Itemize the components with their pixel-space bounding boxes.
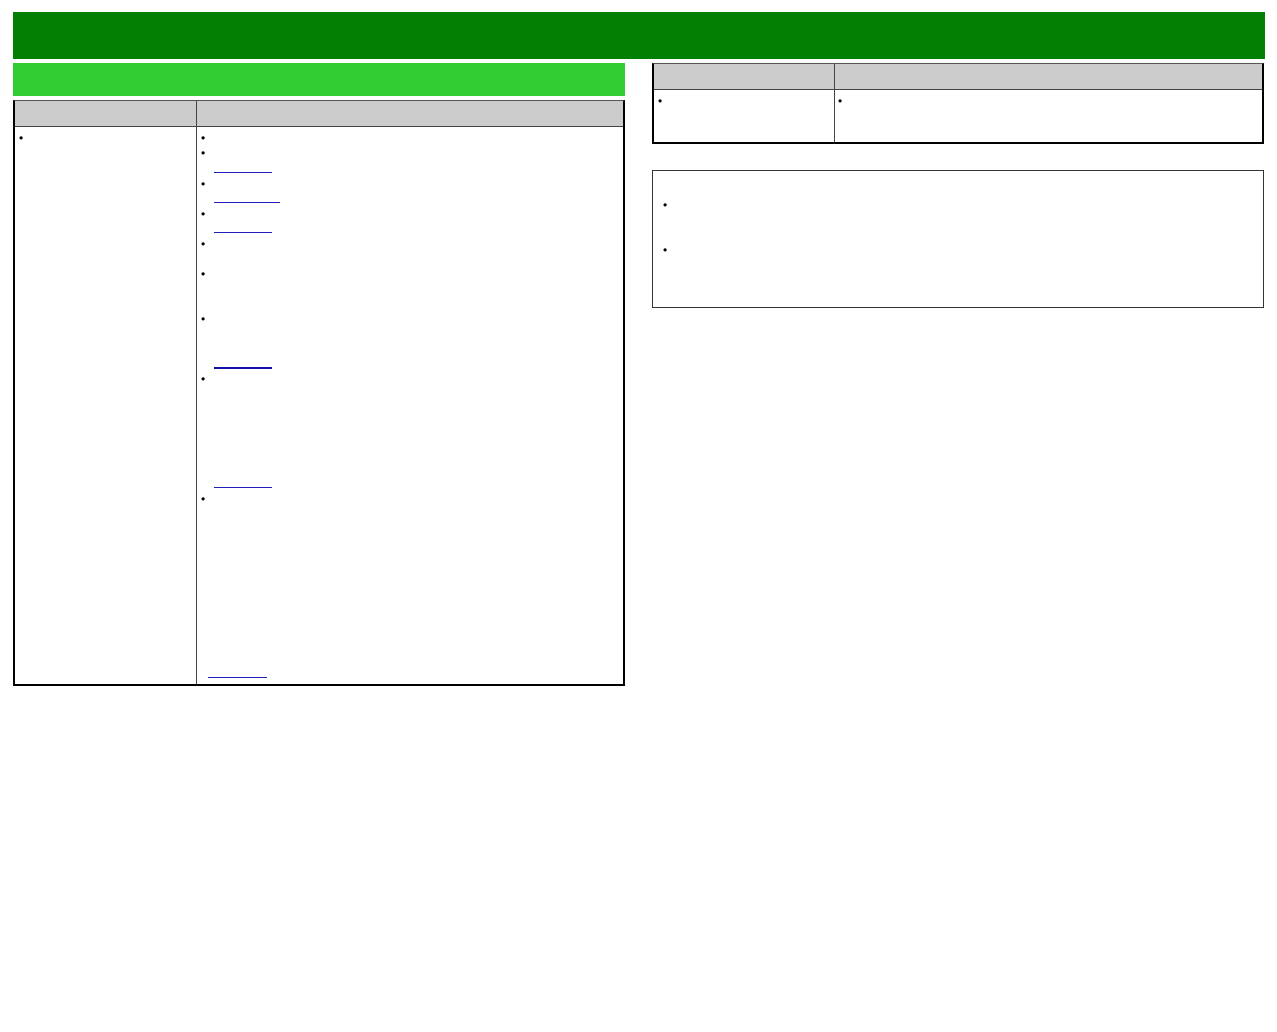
list-item-bullet <box>201 132 211 144</box>
list-item-bullet <box>201 373 211 385</box>
reference-link[interactable] <box>208 677 267 678</box>
section-header <box>13 63 625 96</box>
left-table-column-divider <box>196 101 197 684</box>
right-col2-bullet <box>838 95 848 107</box>
notes-box <box>652 170 1264 308</box>
list-item-bullet <box>201 178 211 190</box>
reference-link[interactable] <box>214 172 272 173</box>
left-col1-bullet <box>19 132 29 144</box>
note-bullet <box>663 199 673 211</box>
list-item-bullet <box>201 147 211 159</box>
list-item-bullet <box>201 493 211 505</box>
right-table-column-divider <box>834 64 835 142</box>
reference-link[interactable] <box>214 202 280 203</box>
list-item-bullet <box>201 313 211 325</box>
list-item-bullet <box>201 268 211 280</box>
top-banner <box>13 12 1265 59</box>
left-table-header-row <box>15 101 623 127</box>
reference-link[interactable] <box>214 232 272 233</box>
reference-link[interactable] <box>214 367 272 369</box>
list-item-bullet <box>201 208 211 220</box>
right-table <box>652 63 1264 144</box>
right-table-header-row <box>654 64 1262 90</box>
list-item-bullet <box>201 238 211 250</box>
left-table <box>13 100 625 686</box>
reference-link[interactable] <box>214 487 272 488</box>
right-col1-bullet <box>658 95 668 107</box>
note-bullet <box>663 244 673 256</box>
